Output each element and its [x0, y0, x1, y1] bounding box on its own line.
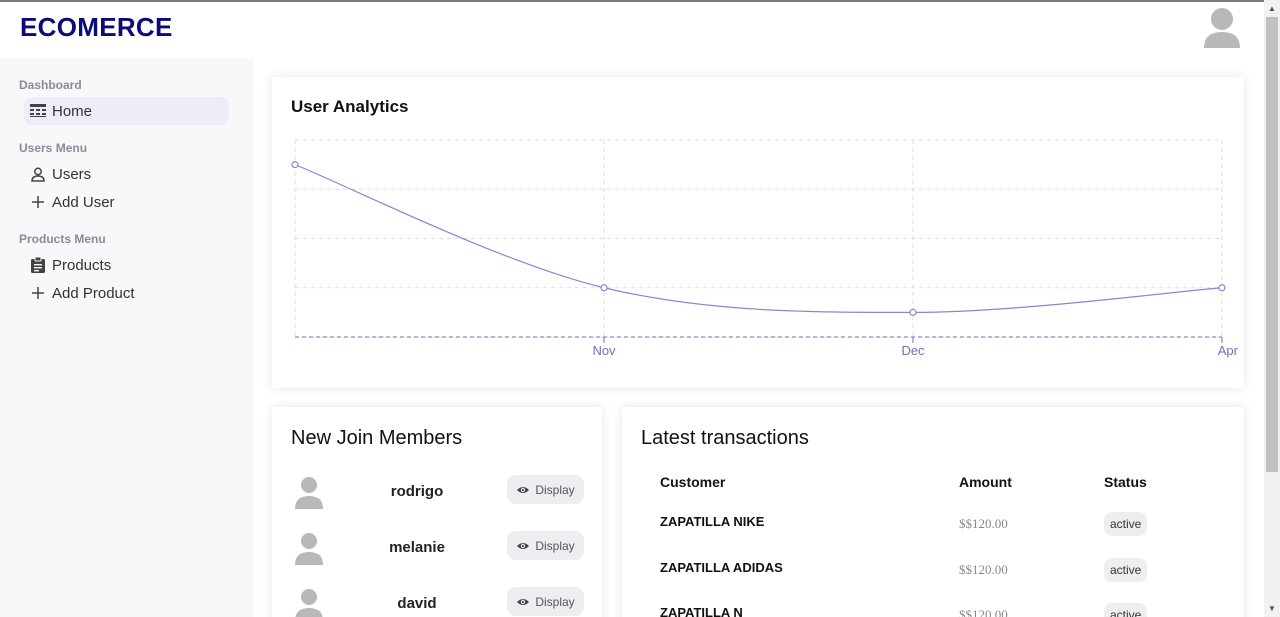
cell-amount: $$120.00	[959, 562, 1008, 577]
member-row: rodrigo Display	[272, 473, 602, 513]
x-tick-label: Dec	[901, 343, 925, 358]
scrollbar-thumb[interactable]	[1266, 17, 1278, 472]
sidebar-item-label: Home	[52, 102, 93, 120]
app-logo[interactable]: ECOMERCE	[20, 12, 173, 43]
member-row: melanie Display	[272, 529, 602, 569]
scroll-up-arrow-icon[interactable]: ▲	[1267, 3, 1277, 13]
data-point	[909, 308, 917, 316]
sidebar-item-users[interactable]: Users	[24, 160, 229, 188]
sidebar-item-label: Add Product	[52, 284, 135, 302]
menu-title-users: Users Menu	[19, 141, 88, 155]
x-tick-label: Apr	[1218, 343, 1239, 358]
member-name: melanie	[389, 539, 445, 556]
status-badge: active	[1104, 603, 1148, 617]
table-row: ZAPATILLA NIKE $$120.00 active	[622, 508, 1244, 538]
status-badge: active	[1104, 512, 1148, 536]
cell-customer: ZAPATILLA ADIDAS	[660, 560, 783, 575]
sidebar-item-add-product[interactable]: Add Product	[24, 279, 229, 307]
sidebar-item-label: Add User	[52, 193, 115, 211]
cell-amount: $$120.00	[959, 516, 1008, 531]
sidebar-item-home[interactable]: Home	[24, 97, 229, 125]
display-button[interactable]: Display	[507, 587, 584, 616]
transactions-title: Latest transactions	[641, 427, 809, 449]
table-row: ZAPATILLA N $$120.00 active	[622, 599, 1244, 617]
user-analytics-card: User Analytics Nov Dec Apr	[272, 77, 1244, 388]
sidebar: Dashboard Home Users Menu Users Add User…	[0, 58, 253, 617]
display-button[interactable]: Display	[507, 475, 584, 504]
status-badge: active	[1104, 558, 1148, 582]
x-tick-label: Nov	[592, 343, 616, 358]
member-avatar-icon	[295, 533, 323, 565]
member-row: david Display	[272, 585, 602, 617]
table-row: ZAPATILLA ADIDAS $$120.00 active	[622, 554, 1244, 584]
user-icon	[30, 166, 46, 182]
plus-icon	[30, 194, 46, 210]
new-members-card: New Join Members rodrigo Display melanie…	[272, 407, 602, 617]
display-button-label: Display	[535, 538, 575, 553]
data-point	[291, 161, 299, 169]
column-header-amount: Amount	[959, 474, 1012, 490]
member-name: rodrigo	[390, 483, 444, 500]
clipboard-icon	[30, 257, 46, 273]
cell-amount: $$120.00	[959, 607, 1008, 617]
cell-customer: ZAPATILLA NIKE	[660, 514, 765, 529]
eye-icon	[517, 542, 530, 549]
data-point	[600, 284, 608, 292]
member-avatar-icon	[295, 477, 323, 509]
data-point	[1218, 284, 1226, 292]
display-button-label: Display	[535, 482, 575, 497]
members-title: New Join Members	[291, 427, 463, 449]
eye-icon	[517, 486, 530, 493]
page-scrollbar[interactable]: ▲ ▼	[1264, 0, 1280, 617]
display-button-label: Display	[535, 594, 575, 609]
member-avatar-icon	[295, 589, 323, 617]
column-header-status: Status	[1104, 474, 1147, 490]
display-button[interactable]: Display	[507, 531, 584, 560]
scroll-down-arrow-icon[interactable]: ▼	[1267, 603, 1277, 613]
eye-icon	[517, 598, 530, 605]
sidebar-item-products[interactable]: Products	[24, 251, 229, 279]
plus-icon	[30, 285, 46, 301]
menu-title-dashboard: Dashboard	[19, 78, 82, 92]
sidebar-item-label: Users	[52, 165, 92, 183]
menu-title-products: Products Menu	[19, 232, 106, 246]
sidebar-item-label: Products	[52, 256, 112, 274]
member-name: david	[397, 595, 437, 612]
sidebar-item-add-user[interactable]: Add User	[24, 188, 229, 216]
table-icon	[30, 103, 46, 119]
user-avatar-icon[interactable]	[1202, 6, 1242, 48]
user-analytics-chart: Nov Dec Apr	[291, 139, 1239, 358]
column-header-customer: Customer	[660, 474, 726, 490]
cell-customer: ZAPATILLA N	[660, 605, 743, 617]
topbar: ECOMERCE	[0, 2, 1264, 58]
latest-transactions-card: Latest transactions Customer Amount Stat…	[622, 407, 1244, 617]
